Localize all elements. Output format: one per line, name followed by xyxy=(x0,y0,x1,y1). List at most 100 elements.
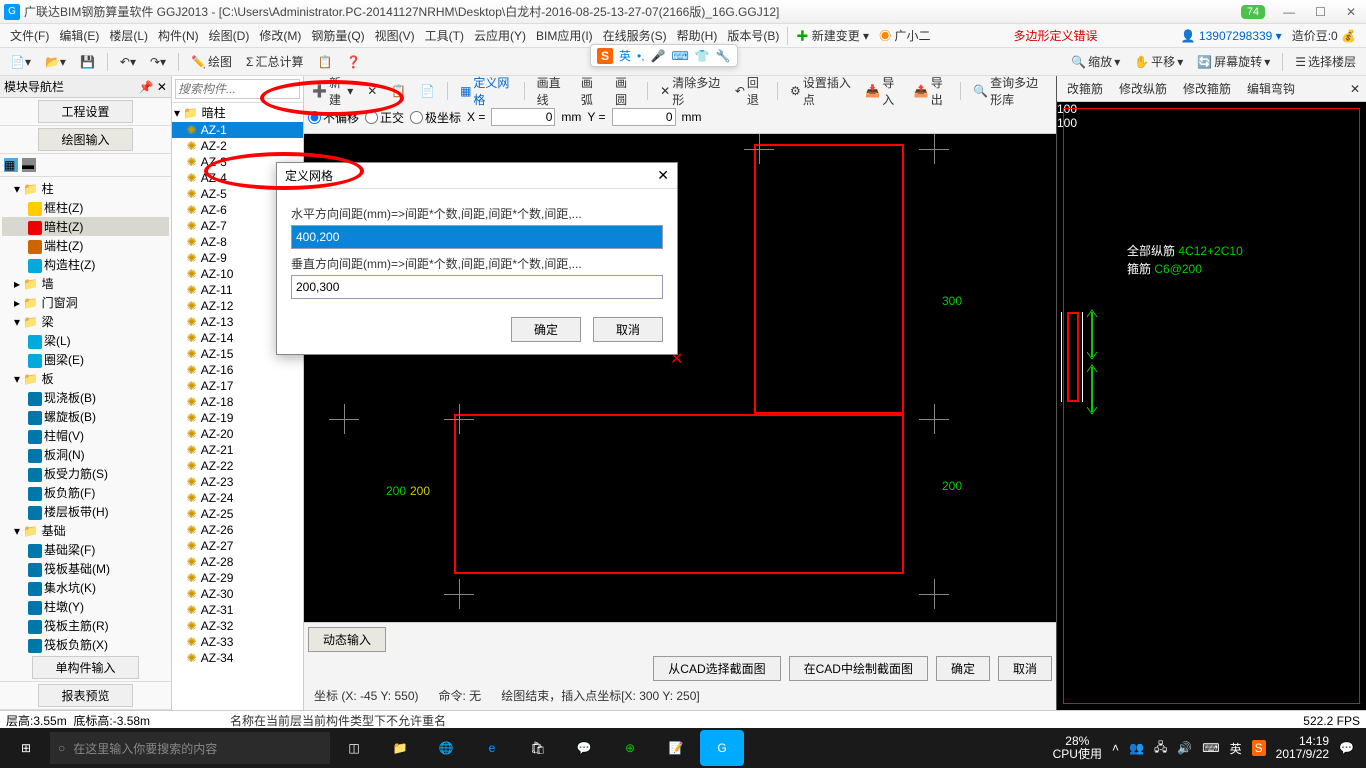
section-cancel-button[interactable]: 取消 xyxy=(998,656,1052,681)
pan-button[interactable]: ✋平移▾ xyxy=(1130,51,1187,72)
tree-node[interactable]: 柱帽(V) xyxy=(2,426,169,445)
menu-tools[interactable]: 工具(T) xyxy=(421,25,468,46)
user-menu[interactable]: ◉ 广小二 xyxy=(875,25,934,46)
menu-layer[interactable]: 楼层(L) xyxy=(105,25,152,46)
dialog-close-icon[interactable]: ✕ xyxy=(657,167,669,184)
tree-node[interactable]: 楼层板带(H) xyxy=(2,502,169,521)
menu-version[interactable]: 版本号(B) xyxy=(723,25,783,46)
list-item[interactable]: ✺ AZ-26 xyxy=(172,522,303,538)
tree-node[interactable]: ▾ 📁 柱 xyxy=(2,179,169,198)
tree-node[interactable]: ▾ 📁 梁 xyxy=(2,312,169,331)
draw-circle-button[interactable]: 画圆 xyxy=(611,72,639,110)
tab-modify-stirrup2[interactable]: 修改箍筋 xyxy=(1179,78,1235,99)
tab-modify-stirrup[interactable]: 改箍筋 xyxy=(1063,78,1107,99)
list-item[interactable]: ✺ AZ-32 xyxy=(172,618,303,634)
delete-shape-icon[interactable]: ✕ xyxy=(363,82,381,100)
tray-ime-icon[interactable]: S xyxy=(1252,740,1266,756)
tree-node[interactable]: 圈梁(E) xyxy=(2,350,169,369)
tree-node[interactable]: 筏板负筋(X) xyxy=(2,635,169,654)
ime-mic-icon[interactable]: 🎤 xyxy=(651,49,666,63)
tree-node[interactable]: 框柱(Z) xyxy=(2,198,169,217)
list-item[interactable]: ✺ AZ-2 xyxy=(172,138,303,154)
tray-up-icon[interactable]: ˄ xyxy=(1112,741,1119,755)
pin-icon[interactable]: 📌 ✕ xyxy=(139,80,167,94)
tray-lang[interactable]: 英 xyxy=(1230,740,1242,757)
component-tree[interactable]: ▾ 📁 柱框柱(Z)暗柱(Z)端柱(Z)构造柱(Z)▸ 📁 墙▸ 📁 门窗洞▾ … xyxy=(0,177,171,654)
ime-keyboard-icon[interactable]: ⌨ xyxy=(672,49,689,63)
cad-draw-section-button[interactable]: 在CAD中绘制截面图 xyxy=(789,656,928,681)
detail-canvas[interactable]: 全部纵筋 4C12+2C10 箍筋 C6@200 100 100 xyxy=(1057,102,1366,710)
cad-select-section-button[interactable]: 从CAD选择截面图 xyxy=(653,656,780,681)
menu-bim[interactable]: BIM应用(I) xyxy=(532,25,597,46)
menu-file[interactable]: 文件(F) xyxy=(6,25,53,46)
menu-modify[interactable]: 修改(M) xyxy=(255,25,305,46)
new-file-icon[interactable]: 📄▾ xyxy=(6,53,35,71)
menu-component[interactable]: 构件(N) xyxy=(154,25,203,46)
select-floor-button[interactable]: ☰选择楼层 xyxy=(1291,51,1360,72)
cpu-monitor[interactable]: 28%CPU使用 xyxy=(1053,735,1102,761)
tray-clock[interactable]: 14:192017/9/22 xyxy=(1276,735,1329,761)
open-file-icon[interactable]: 📂▾ xyxy=(41,53,70,71)
check-icon[interactable]: 📋 xyxy=(313,53,336,71)
tree-node[interactable]: 暗柱(Z) xyxy=(2,217,169,236)
ime-tool-icon[interactable]: 🔧 xyxy=(716,49,731,63)
paste-icon[interactable]: 📄 xyxy=(416,82,439,100)
list-item[interactable]: ✺ AZ-31 xyxy=(172,602,303,618)
y-input[interactable] xyxy=(612,108,676,126)
list-item[interactable]: ✺ AZ-24 xyxy=(172,490,303,506)
list-item[interactable]: ✺ AZ-30 xyxy=(172,586,303,602)
taskbar-app-2[interactable]: 🌐 xyxy=(424,730,468,766)
dynamic-input-button[interactable]: 动态输入 xyxy=(308,627,386,652)
draw-arc-button[interactable]: 画弧 xyxy=(577,72,605,110)
taskbar-edge[interactable]: e xyxy=(470,730,514,766)
tray-network-icon[interactable]: 🖧 xyxy=(1154,738,1167,759)
tree-node[interactable]: 板洞(N) xyxy=(2,445,169,464)
query-lib-button[interactable]: 🔍查询多边形库 xyxy=(969,72,1052,110)
tree-node[interactable]: 板受力筋(S) xyxy=(2,464,169,483)
maximize-button[interactable]: ☐ xyxy=(1309,5,1332,19)
tree-node[interactable]: ▾ 📁 板 xyxy=(2,369,169,388)
horiz-spacing-input[interactable] xyxy=(291,225,663,249)
vert-spacing-input[interactable] xyxy=(291,275,663,299)
ime-punct-icon[interactable]: •, xyxy=(637,49,645,63)
list-item[interactable]: ✺ AZ-23 xyxy=(172,474,303,490)
tray-notification-icon[interactable]: 💬 xyxy=(1339,741,1354,755)
phone-number[interactable]: 👤 13907298339 ▾ xyxy=(1177,27,1286,45)
dialog-ok-button[interactable]: 确定 xyxy=(511,317,581,342)
taskbar-search[interactable]: ○ 在这里输入你要搜索的内容 xyxy=(50,732,330,764)
list-item[interactable]: ✺ AZ-34 xyxy=(172,650,303,666)
new-change-button[interactable]: ✚ 新建变更 ▾ xyxy=(792,25,873,46)
unit-input-button[interactable]: 单构件输入 xyxy=(32,656,138,679)
project-settings-button[interactable]: 工程设置 xyxy=(38,100,132,123)
radio-polar[interactable]: 极坐标 xyxy=(410,109,461,126)
detail-close-icon[interactable]: ✕ xyxy=(1350,82,1360,96)
tree-node[interactable]: 梁(L) xyxy=(2,331,169,350)
nav-icon-1[interactable]: ▦ xyxy=(4,158,18,172)
list-item[interactable]: ✺ AZ-33 xyxy=(172,634,303,650)
set-anchor-button[interactable]: ⚙设置插入点 xyxy=(786,72,855,110)
ime-lang[interactable]: 英 xyxy=(619,47,631,64)
taskbar-app-1[interactable]: 📁 xyxy=(378,730,422,766)
menu-online[interactable]: 在线服务(S) xyxy=(599,25,671,46)
undo-step-button[interactable]: ↶回退 xyxy=(731,72,769,110)
list-item[interactable]: ✺ AZ-18 xyxy=(172,394,303,410)
taskbar-app-5[interactable]: 📝 xyxy=(654,730,698,766)
list-item[interactable]: ✺ AZ-16 xyxy=(172,362,303,378)
menu-cloud[interactable]: 云应用(Y) xyxy=(470,25,530,46)
taskbar-store[interactable]: 🛍 xyxy=(516,730,560,766)
tree-node[interactable]: ▸ 📁 墙 xyxy=(2,274,169,293)
list-item[interactable]: ✺ AZ-1 xyxy=(172,122,303,138)
radio-ortho[interactable]: 正交 xyxy=(365,109,404,126)
report-preview-button[interactable]: 报表预览 xyxy=(38,684,132,707)
undo-icon[interactable]: ↶▾ xyxy=(116,53,140,71)
menu-help[interactable]: 帮助(H) xyxy=(673,25,722,46)
tree-node[interactable]: 螺旋板(B) xyxy=(2,407,169,426)
x-input[interactable] xyxy=(491,108,555,126)
tree-node[interactable]: 构造柱(Z) xyxy=(2,255,169,274)
list-item[interactable]: ✺ AZ-22 xyxy=(172,458,303,474)
tree-node[interactable]: 现浇板(B) xyxy=(2,388,169,407)
nav-icon-2[interactable]: ▬ xyxy=(22,158,36,172)
tree-node[interactable]: 端柱(Z) xyxy=(2,236,169,255)
tab-edit-hook[interactable]: 编辑弯钩 xyxy=(1243,78,1299,99)
tree-node[interactable]: 基础梁(F) xyxy=(2,540,169,559)
